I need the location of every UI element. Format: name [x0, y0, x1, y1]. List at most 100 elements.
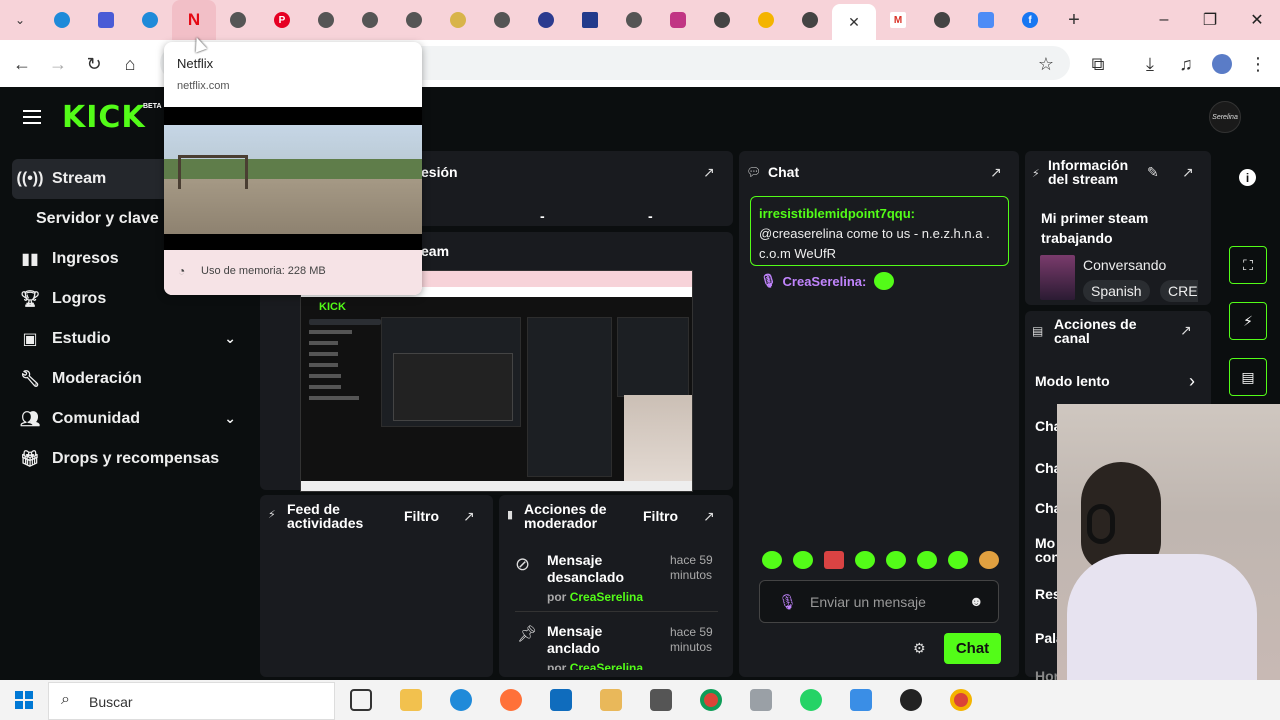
- new-tab-button[interactable]: +: [1052, 0, 1096, 40]
- mod-filter-button[interactable]: Filtro: [643, 509, 678, 523]
- popout-icon[interactable]: ↗: [703, 508, 719, 524]
- obs-icon[interactable]: [900, 689, 922, 711]
- category-value[interactable]: Conversando: [1083, 257, 1166, 273]
- sidebar-item-estudio[interactable]: ▣ Estudio ⌄: [12, 319, 248, 359]
- tag-chip[interactable]: Spanish: [1083, 280, 1150, 302]
- taskbar-search[interactable]: ⌕ Buscar: [48, 682, 335, 720]
- browser-menu-icon[interactable]: ⋮: [1246, 52, 1270, 76]
- tab-16[interactable]: [700, 0, 744, 40]
- chat-username[interactable]: irresistiblemidpoint7qqu:: [759, 206, 915, 221]
- chrome-icon[interactable]: [700, 689, 722, 711]
- gear-icon[interactable]: ⚙: [913, 640, 926, 657]
- emote-icon[interactable]: [979, 551, 999, 569]
- app-icon[interactable]: [650, 689, 672, 711]
- chat-username[interactable]: CreaSerelina:: [783, 274, 867, 289]
- tab-18[interactable]: [788, 0, 832, 40]
- quick-actions-button[interactable]: ⚡: [1229, 302, 1267, 340]
- tab-8[interactable]: [348, 0, 392, 40]
- stream-preview-video[interactable]: KICK: [300, 270, 693, 492]
- tab-11[interactable]: [480, 0, 524, 40]
- chevron-down-icon[interactable]: ⌄: [224, 410, 236, 427]
- back-button[interactable]: ←: [10, 52, 34, 76]
- sidebar-item-comunidad[interactable]: 👥︎ Comunidad ⌄: [12, 399, 248, 439]
- tab-9[interactable]: [392, 0, 436, 40]
- tab-13[interactable]: [568, 0, 612, 40]
- chat-highlighted-message[interactable]: irresistiblemidpoint7qqu: @creaserelina …: [750, 196, 1009, 266]
- tab-7[interactable]: [304, 0, 348, 40]
- task-view-icon[interactable]: [350, 689, 372, 711]
- tab-22[interactable]: [964, 0, 1008, 40]
- minimize-button[interactable]: –: [1141, 0, 1187, 40]
- photos-icon[interactable]: [850, 689, 872, 711]
- pencil-icon[interactable]: ✎: [1147, 164, 1163, 180]
- emote-icon[interactable]: [762, 551, 782, 569]
- mod-action-user[interactable]: CreaSerelina: [570, 590, 643, 604]
- media-control-icon[interactable]: ♫: [1174, 52, 1198, 76]
- emote-icon[interactable]: [855, 551, 875, 569]
- extensions-icon[interactable]: ⧉: [1086, 52, 1110, 76]
- sidebar-item-moderacion[interactable]: 🔧︎ Moderación: [12, 359, 248, 399]
- tab-14[interactable]: [612, 0, 656, 40]
- popout-icon[interactable]: ↗: [463, 508, 479, 524]
- popout-icon[interactable]: ↗: [1180, 322, 1196, 338]
- chat-panel-title: Chat: [768, 164, 800, 180]
- chat-input[interactable]: 🎙︎ Enviar un mensaje ☻: [759, 580, 999, 623]
- tab-12[interactable]: [524, 0, 568, 40]
- tab-netflix[interactable]: N: [172, 0, 216, 40]
- reload-button[interactable]: ↻: [82, 52, 106, 76]
- emote-icon[interactable]: [824, 551, 844, 569]
- tab-gmail[interactable]: M: [876, 0, 920, 40]
- firefox-icon[interactable]: [500, 689, 522, 711]
- slow-mode-row[interactable]: Modo lento ›: [1035, 371, 1205, 393]
- channel-action-row[interactable]: Mo con: [1035, 536, 1060, 564]
- whatsapp-icon[interactable]: [800, 689, 822, 711]
- notes-button[interactable]: ▤: [1229, 358, 1267, 396]
- tab-facebook[interactable]: f: [1008, 0, 1052, 40]
- maximize-button[interactable]: ❐: [1187, 0, 1233, 40]
- popout-icon[interactable]: ↗: [703, 164, 719, 180]
- paint-icon[interactable]: [600, 689, 622, 711]
- tag-chip[interactable]: CRE: [1160, 280, 1198, 302]
- emote-icon[interactable]: [917, 551, 937, 569]
- profile-avatar[interactable]: [1210, 52, 1234, 76]
- emote-icon[interactable]: [793, 551, 813, 569]
- tab-10[interactable]: [436, 0, 480, 40]
- tab-3[interactable]: [128, 0, 172, 40]
- tab-5[interactable]: [216, 0, 260, 40]
- menu-icon[interactable]: [23, 110, 41, 124]
- window-close-button[interactable]: ✕: [1234, 0, 1280, 40]
- tab-1[interactable]: [40, 0, 84, 40]
- start-button[interactable]: [15, 691, 33, 709]
- tab-2[interactable]: [84, 0, 128, 40]
- file-explorer-icon[interactable]: [400, 689, 422, 711]
- tab-17[interactable]: [744, 0, 788, 40]
- chevron-down-icon[interactable]: ⌄: [224, 330, 236, 347]
- tab-6[interactable]: P: [260, 0, 304, 40]
- emote-icon[interactable]: [948, 551, 968, 569]
- forward-button[interactable]: →: [46, 52, 70, 76]
- popout-icon[interactable]: ↗: [1182, 164, 1198, 180]
- sidebar-item-drops[interactable]: 🎁︎ Drops y recompensas: [12, 439, 248, 479]
- edge-icon[interactable]: [450, 689, 472, 711]
- download-icon[interactable]: ⤓: [1138, 52, 1162, 76]
- home-button[interactable]: ⌂: [118, 52, 142, 76]
- info-icon[interactable]: i: [1239, 169, 1256, 186]
- notepad-icon[interactable]: [750, 689, 772, 711]
- outlook-icon[interactable]: [550, 689, 572, 711]
- feed-filter-button[interactable]: Filtro: [404, 509, 439, 523]
- user-avatar[interactable]: Serelina: [1209, 101, 1241, 133]
- close-icon[interactable]: ✕: [848, 14, 860, 31]
- emoji-icon[interactable]: ☻: [969, 593, 984, 609]
- bookmark-star-icon[interactable]: ☆: [1034, 52, 1058, 76]
- kick-logo[interactable]: KICK: [62, 100, 146, 135]
- send-chat-button[interactable]: Chat: [944, 633, 1001, 664]
- mod-action-user[interactable]: CreaSerelina: [570, 661, 643, 670]
- emote-icon[interactable]: [886, 551, 906, 569]
- tab-active[interactable]: ✕: [832, 0, 876, 40]
- tab-15[interactable]: [656, 0, 700, 40]
- tab-search-chevron[interactable]: ⌄: [0, 0, 40, 40]
- popout-icon[interactable]: ↗: [990, 164, 1006, 180]
- chrome-icon[interactable]: [950, 689, 972, 711]
- tab-21[interactable]: [920, 0, 964, 40]
- screenshot-button[interactable]: ⛶: [1229, 246, 1267, 284]
